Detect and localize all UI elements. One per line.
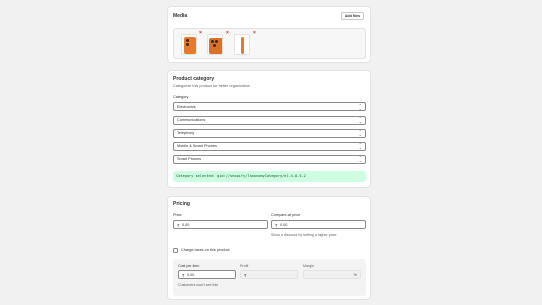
compare-at-price-label: Compare-at price [271, 213, 301, 217]
select-arrows-icon: ⌃ ⌄ [358, 142, 362, 150]
product-category-card: Product category Categorize this product… [167, 70, 371, 188]
category-selected-banner: Category selected: gid://shopify/Taxonom… [173, 171, 366, 182]
category-select-level-2[interactable]: Communications ⌃ ⌄ [173, 115, 366, 125]
select-value: Communications [177, 118, 206, 122]
margin-label: Margin [303, 264, 314, 268]
remove-media-icon[interactable]: × [253, 31, 256, 36]
currency-prefix: ₹ [244, 273, 247, 278]
media-card: Media Add files × × × [167, 6, 371, 63]
phone-image [241, 37, 244, 54]
remove-media-icon[interactable]: × [199, 31, 202, 36]
select-value: Smart Phones [177, 157, 202, 161]
add-files-button[interactable]: Add files [340, 12, 364, 20]
profit-label: Profit [240, 264, 249, 268]
charge-taxes-checkbox[interactable] [173, 248, 178, 253]
cost-help-text: Customers won't see this [178, 283, 219, 287]
remove-media-icon[interactable]: × [226, 31, 229, 36]
select-value: Mobile & Smart Phones [177, 144, 217, 148]
camera-lens [186, 39, 189, 42]
select-value: Electronics [177, 104, 196, 109]
camera-lens [186, 43, 189, 46]
camera-lens [213, 44, 216, 47]
profit-field: ₹ [240, 270, 298, 279]
price-input[interactable]: ₹ 0.00 [173, 220, 268, 229]
price-label: Price [173, 213, 182, 217]
select-arrows-icon: ⌃ ⌄ [358, 102, 362, 111]
category-selected-text: Category selected: gid://shopify/Taxonom… [176, 174, 306, 178]
price-value: 0.00 [182, 222, 190, 227]
cost-per-item-input[interactable]: ₹ 0.00 [178, 270, 236, 279]
camera-lens [211, 40, 214, 43]
category-field-label: Category [173, 95, 189, 99]
currency-prefix: ₹ [182, 273, 185, 278]
media-thumbnail[interactable] [234, 34, 250, 55]
category-select-level-1[interactable]: Electronics ⌃ ⌄ [173, 102, 366, 111]
pricing-card: Pricing Price ₹ 0.00 Compare-at price ₹ … [167, 196, 371, 300]
select-arrows-icon: ⌃ ⌄ [358, 129, 362, 137]
camera-lens [215, 40, 218, 43]
category-select-level-4[interactable]: Mobile & Smart Phones ⌃ ⌄ [173, 141, 366, 151]
select-value: Telephony [177, 131, 195, 135]
cost-profit-section: Cost per item ₹ 0.00 Customers won't see… [173, 259, 366, 296]
currency-prefix: ₹ [275, 223, 278, 228]
select-arrows-icon: ⌃ ⌄ [358, 116, 362, 124]
category-select-level-5[interactable]: Smart Phones ⌃ ⌄ [173, 154, 366, 164]
cost-per-item-label: Cost per item [178, 264, 200, 268]
category-description: Categorize this product for better organ… [173, 84, 251, 88]
media-gallery: × × × [173, 28, 366, 59]
category-select-level-3[interactable]: Telephony ⌃ ⌄ [173, 128, 366, 138]
charge-taxes-label: Charge taxes on this product [181, 248, 230, 252]
category-title: Product category [173, 76, 215, 82]
cost-per-item-value: 0.00 [187, 272, 195, 277]
compare-at-price-input[interactable]: ₹ 0.00 [271, 220, 366, 229]
compare-at-price-value: 0.00 [280, 222, 288, 227]
media-title: Media [173, 13, 188, 19]
compare-at-help-text: Show a discount by setting a higher pric… [271, 233, 337, 237]
margin-field: % [303, 270, 361, 279]
select-arrows-icon: ⌃ ⌄ [358, 155, 362, 163]
pricing-title: Pricing [173, 201, 190, 207]
media-thumbnail[interactable] [207, 34, 223, 55]
currency-prefix: ₹ [177, 223, 180, 228]
percent-suffix: % [353, 272, 357, 277]
media-thumbnail[interactable] [181, 34, 197, 55]
